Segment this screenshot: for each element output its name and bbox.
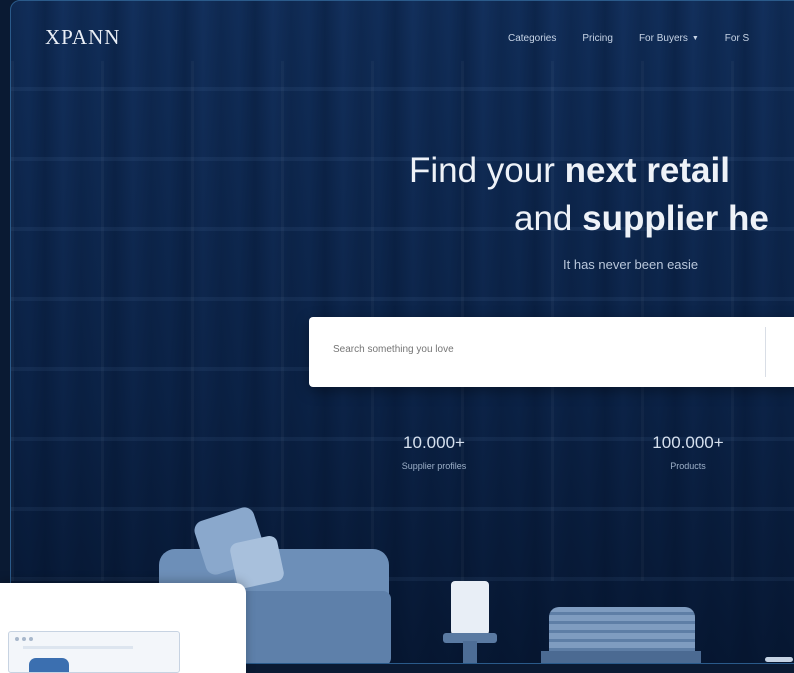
towel-stand-image	[541, 651, 701, 663]
headline-line2-bold: supplier he	[582, 199, 769, 238]
candle-stem-image	[463, 641, 477, 663]
nav-item-pricing[interactable]: Pricing	[582, 33, 613, 44]
headline-line2-light: and	[514, 199, 583, 238]
hero-headline: Find your next retail and supplier he	[409, 147, 794, 243]
nav-item-for-buyers[interactable]: For Buyers ▼	[639, 33, 699, 44]
window-dot-icon	[15, 637, 19, 641]
nav-item-for-suppliers[interactable]: For S	[725, 33, 749, 44]
hero-subtitle: It has never been easie	[563, 257, 699, 272]
nav-item-label: For Buyers	[638, 33, 688, 44]
stat-products: 100.000+ Products	[633, 433, 743, 471]
headline-line1-light: Find your	[409, 151, 565, 190]
headline-line1-bold: next retail	[564, 151, 730, 190]
nav-item-categories[interactable]: Categories	[508, 33, 556, 44]
search-input[interactable]	[331, 343, 735, 356]
cushion-image	[228, 534, 286, 590]
hero-section: XPANN Categories Pricing For Buyers ▼ For…	[10, 0, 794, 664]
stat-value: 100.000+	[652, 433, 724, 452]
preview-graphic	[29, 658, 69, 672]
top-nav: Categories Pricing For Buyers ▼ For S	[508, 33, 775, 44]
brand-logo[interactable]: XPANN	[45, 25, 120, 50]
preview-card[interactable]	[0, 583, 246, 673]
folded-towels-image	[549, 607, 695, 657]
preview-bar	[23, 646, 133, 649]
search-divider	[765, 327, 766, 377]
stat-label: Products	[670, 461, 706, 471]
window-dot-icon	[22, 637, 26, 641]
stat-supplier-profiles: 10.000+ Supplier profiles	[369, 433, 499, 471]
nav-item-label: Pricing	[582, 33, 613, 44]
slider-indicator[interactable]	[765, 657, 793, 662]
browser-preview	[8, 631, 180, 673]
nav-item-label: Categories	[508, 33, 557, 44]
search-box	[309, 317, 794, 387]
nav-item-label: For S	[724, 33, 750, 44]
stat-label: Supplier profiles	[401, 461, 467, 471]
window-dot-icon	[29, 637, 33, 641]
stat-value: 10.000+	[403, 433, 465, 452]
candle-image	[451, 581, 489, 635]
chevron-down-icon: ▼	[691, 35, 699, 42]
